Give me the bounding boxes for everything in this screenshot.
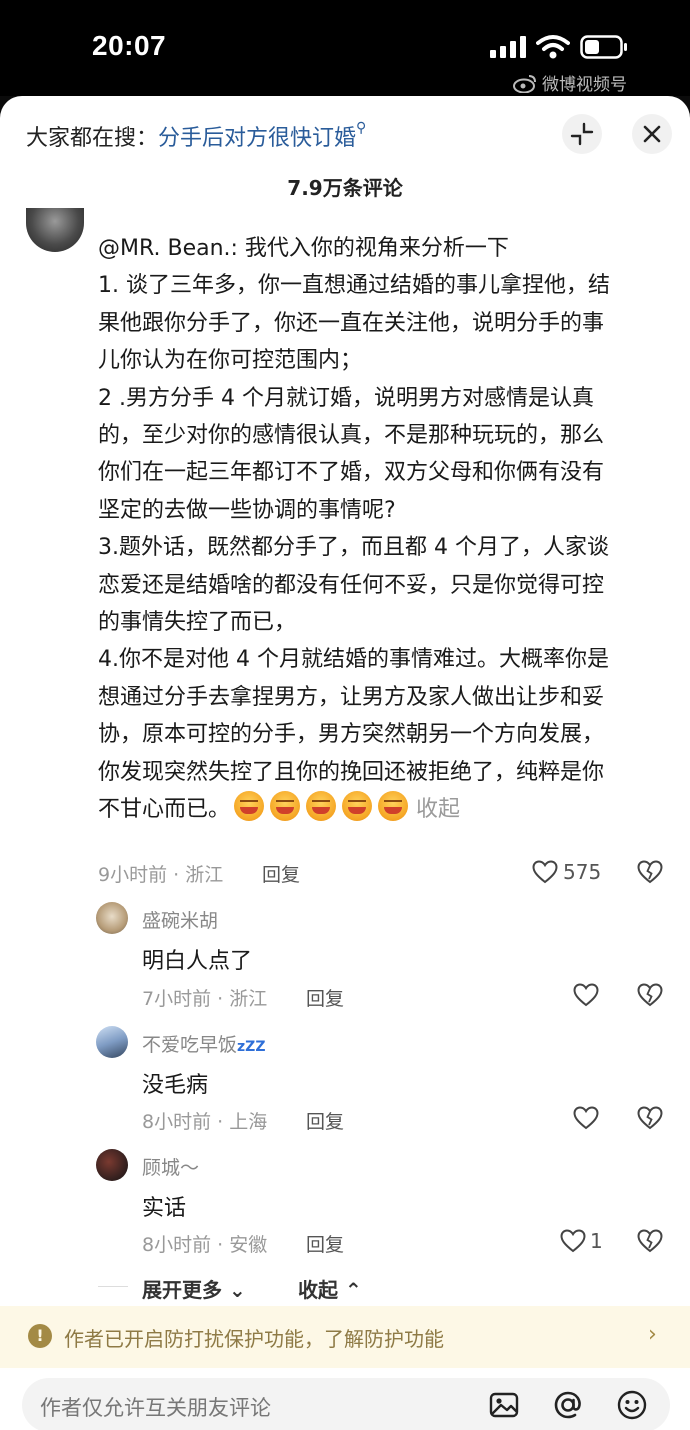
reply-button[interactable]: 回复 (306, 1230, 344, 1257)
chevron-down-icon: ⌄ (228, 1278, 246, 1302)
status-bar: 20:07 微博视频号 (0, 0, 690, 96)
close-icon (643, 125, 661, 143)
comment-line: 你们在一起三年都订不了婚，双方父母和你俩有没有 (98, 460, 605, 486)
laughing-emoji-icon (270, 791, 301, 822)
reply-text: 明白人点了 (142, 949, 253, 974)
comment-line: @MR. Bean.: 我代入你的视角来分析一下 (98, 236, 509, 261)
divider (98, 1286, 128, 1287)
comment-line: 的，至少对你的感情很认真，不是那种玩玩的，那么 (98, 423, 605, 449)
reply-username[interactable]: 顾城～ (142, 1153, 199, 1180)
expand-more-label: 展开更多 (142, 1278, 222, 1302)
laughing-emoji-icon (342, 791, 373, 822)
expand-more-button[interactable]: 展开更多 ⌄ (142, 1274, 246, 1303)
reply-button[interactable]: 回复 (306, 984, 344, 1011)
watermark-text: 微博视频号 (542, 75, 627, 95)
comment-line: 恋爱还是结婚啥的都没有任何不妥，只是你觉得可控 (98, 572, 605, 598)
like-count: 575 (563, 860, 602, 884)
comment-input-bar[interactable]: 作者仅允许互关朋友评论 (22, 1378, 670, 1430)
hot-search-query[interactable]: 分手后对方很快订婚 (158, 126, 356, 151)
reply-button[interactable]: 回复 (306, 1107, 344, 1134)
comment-line: 3.题外话，既然都分手了，而且都 4 个月了，人家谈 (98, 535, 609, 561)
reply-meta: 7小时前 · 浙江 (142, 988, 268, 1010)
avatar[interactable] (96, 902, 128, 934)
comment-input-placeholder[interactable]: 作者仅允许互关朋友评论 (40, 1392, 271, 1422)
heart-icon[interactable] (573, 1106, 599, 1130)
dislike-heart-icon[interactable] (637, 1228, 663, 1254)
expand-row: 展开更多 ⌄ 收起 ⌃ (98, 1274, 398, 1304)
comment-meta: 9小时前 · 浙江 (98, 864, 224, 886)
collapse-replies-label: 收起 (298, 1278, 338, 1302)
comment-line: 儿你认为在你可控范围内； (98, 348, 363, 374)
signal-icon (490, 36, 526, 58)
reply-meta: 8小时前 · 安徽 (142, 1234, 268, 1256)
reply-meta: 8小时前 · 上海 (142, 1111, 268, 1133)
reply-username[interactable]: 盛碗米胡 (142, 906, 218, 933)
dislike-heart-icon[interactable] (637, 982, 663, 1008)
comment-line: 1. 谈了三年多，你一直想通过结婚的事儿拿捏他，结 (98, 273, 610, 299)
emoji-group (234, 791, 409, 822)
hot-search-label: 大家都在搜： (26, 126, 159, 151)
heart-icon[interactable] (560, 1229, 586, 1253)
chevron-up-icon: ⌃ (344, 1278, 362, 1302)
dislike-heart-icon[interactable] (637, 1105, 663, 1131)
comment-count: 7.9万条评论 (287, 176, 403, 200)
comment-line: 4.你不是对他 4 个月就结婚的事情难过。大概率你是 (98, 647, 609, 673)
avatar[interactable] (96, 1149, 128, 1181)
image-icon[interactable] (488, 1389, 520, 1421)
status-time: 20:07 (92, 30, 167, 61)
chevron-right-icon: › (648, 1322, 657, 1347)
at-icon[interactable] (552, 1389, 584, 1421)
collapse-button[interactable] (562, 114, 602, 154)
heart-icon[interactable] (573, 983, 599, 1007)
comment-last-line: 不甘心而已。 收起 (98, 791, 664, 828)
comment-line-text: 不甘心而已。 (98, 797, 231, 823)
comment-sheet: 大家都在搜：分手后对方很快订婚⚲ 7.9万条评论 @MR. Bean.: 我代入… (0, 96, 690, 1430)
watermark: 微博视频号 (512, 70, 627, 95)
info-icon: ! (28, 1324, 52, 1348)
reply-button[interactable]: 回复 (262, 860, 300, 887)
comment-line: 想通过分手去拿捏男方，让男方及家人做出让步和妥 (98, 684, 605, 710)
collapse-icon (570, 122, 594, 146)
collapse-text-link[interactable]: 收起 (416, 797, 460, 822)
heart-icon[interactable] (532, 860, 558, 884)
comment-line: 的事情失控了而已， (98, 610, 297, 636)
avatar[interactable] (96, 1026, 128, 1058)
laughing-emoji-icon (234, 791, 265, 822)
comment-line: 你发现突然失控了且你的挽回还被拒绝了，纯粹是你 (98, 759, 605, 785)
comment-line: 果他跟你分手了，你还一直在关注他，说明分手的事 (98, 310, 605, 336)
battery-icon (580, 35, 627, 59)
like-count: 1 (590, 1229, 603, 1253)
weibo-logo-icon (513, 74, 536, 93)
hot-search[interactable]: 大家都在搜：分手后对方很快订婚⚲ (26, 120, 366, 152)
close-button[interactable] (632, 114, 672, 154)
collapse-replies-button[interactable]: 收起 ⌃ (298, 1274, 362, 1303)
reply-username[interactable]: 不爱吃早饭zZZ (142, 1030, 265, 1057)
reply-text: 实话 (142, 1196, 187, 1221)
dislike-heart-icon[interactable] (637, 859, 663, 885)
emoji-icon[interactable] (616, 1389, 648, 1421)
reply-username-text: 不爱吃早饭 (142, 1034, 238, 1056)
comment-line: 协，原本可控的分手，男方突然朝另一个方向发展， (98, 722, 605, 748)
protection-banner[interactable]: ! 作者已开启防打扰保护功能，了解防护功能 › (0, 1306, 690, 1368)
wifi-icon (536, 35, 570, 59)
reply-text: 没毛病 (142, 1073, 209, 1098)
protection-banner-text: 作者已开启防打扰保护功能，了解防护功能 (64, 1327, 444, 1351)
comment-line: 2 .男方分手 4 个月就订婚，说明男方对感情是认真 (98, 385, 594, 411)
search-icon: ⚲ (356, 120, 367, 136)
laughing-emoji-icon (378, 791, 409, 822)
main-comment-text: @MR. Bean.: 我代入你的视角来分析一下 1. 谈了三年多，你一直想通过… (98, 230, 664, 829)
comment-line: 坚定的去做一些协调的事情呢? (98, 497, 396, 523)
avatar[interactable] (26, 208, 84, 252)
zzz-icon: zZZ (237, 1039, 266, 1055)
laughing-emoji-icon (306, 791, 337, 822)
